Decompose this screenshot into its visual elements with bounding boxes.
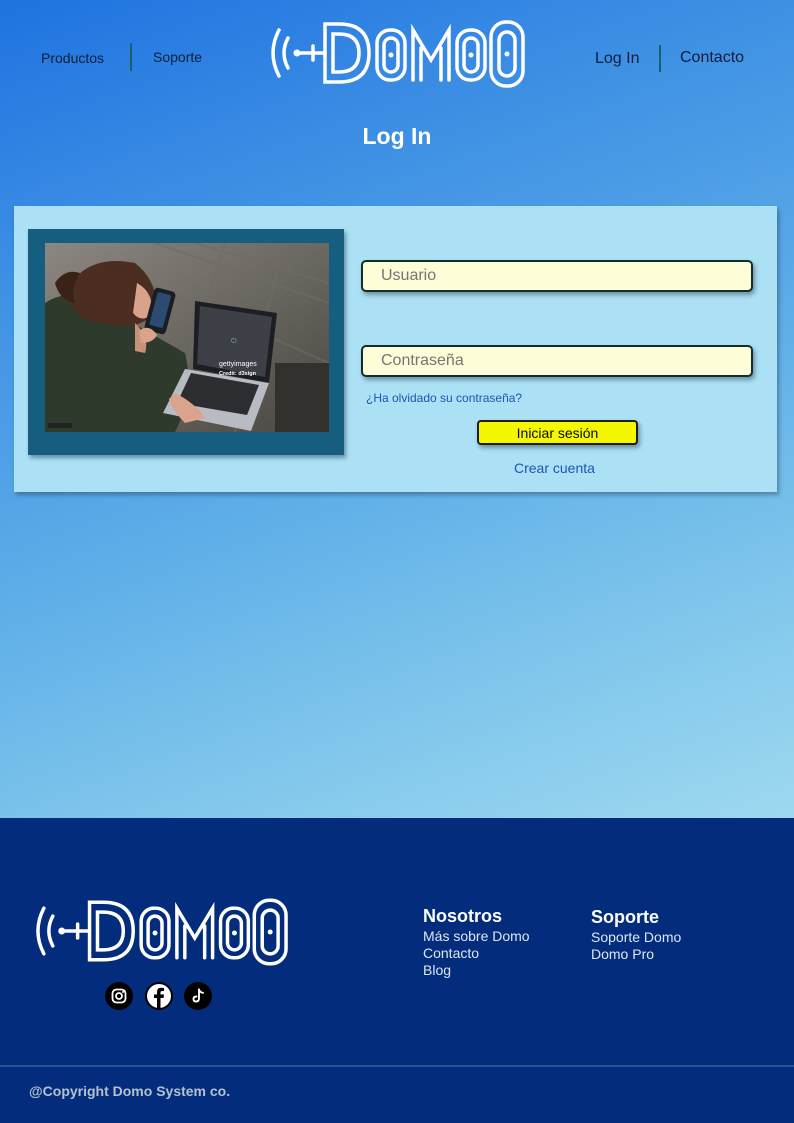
nav-divider [130, 43, 132, 71]
username-input[interactable] [361, 260, 753, 292]
footer: Nosotros Más sobre Domo Contacto Blog So… [0, 818, 794, 1123]
password-input[interactable] [361, 345, 753, 377]
nav-contacto[interactable]: Contacto [680, 49, 744, 67]
footer-domo-logo[interactable] [30, 894, 292, 968]
login-button[interactable]: Iniciar sesión [477, 420, 638, 445]
photo-watermark-credit: Credit: d3sign [219, 371, 257, 377]
footer-link[interactable]: Domo Pro [591, 946, 654, 962]
footer-link[interactable]: Contacto [423, 945, 479, 961]
woman-laptop-photo: ⏻ gettyimages Credit: d3sign [45, 243, 329, 432]
nav-divider [659, 45, 661, 72]
footer-link[interactable]: Blog [423, 962, 451, 978]
facebook-icon[interactable] [145, 982, 173, 1010]
nav-productos[interactable]: Productos [41, 50, 104, 66]
page-title: Log In [362, 123, 432, 149]
footer-link[interactable]: Soporte Domo [591, 929, 681, 945]
create-account-link[interactable]: Crear cuenta [514, 460, 595, 476]
nav-login[interactable]: Log In [595, 50, 639, 68]
footer-divider [0, 1065, 794, 1067]
forgot-password-link[interactable]: ¿Ha olvidado su contraseña? [366, 391, 522, 405]
nav-soporte[interactable]: Soporte [153, 49, 202, 65]
footer-col-title-nosotros: Nosotros [423, 906, 503, 926]
photo-frame: ⏻ gettyimages Credit: d3sign [28, 229, 344, 455]
photo-watermark-brand: gettyimages [219, 361, 257, 368]
domo-logo[interactable] [265, 16, 529, 90]
copyright-text: @Copyright Domo System co. [29, 1083, 231, 1099]
instagram-icon[interactable] [105, 982, 133, 1010]
hero-background: Productos Soporte Log In Contacto Log In… [0, 0, 794, 818]
login-card: ⏻ gettyimages Credit: d3sign ¿Ha olvidad… [14, 206, 777, 492]
footer-col-title-soporte: Soporte [591, 907, 660, 927]
svg-text:⏻: ⏻ [231, 337, 237, 345]
footer-link[interactable]: Más sobre Domo [423, 928, 530, 944]
tiktok-icon[interactable] [184, 982, 212, 1010]
